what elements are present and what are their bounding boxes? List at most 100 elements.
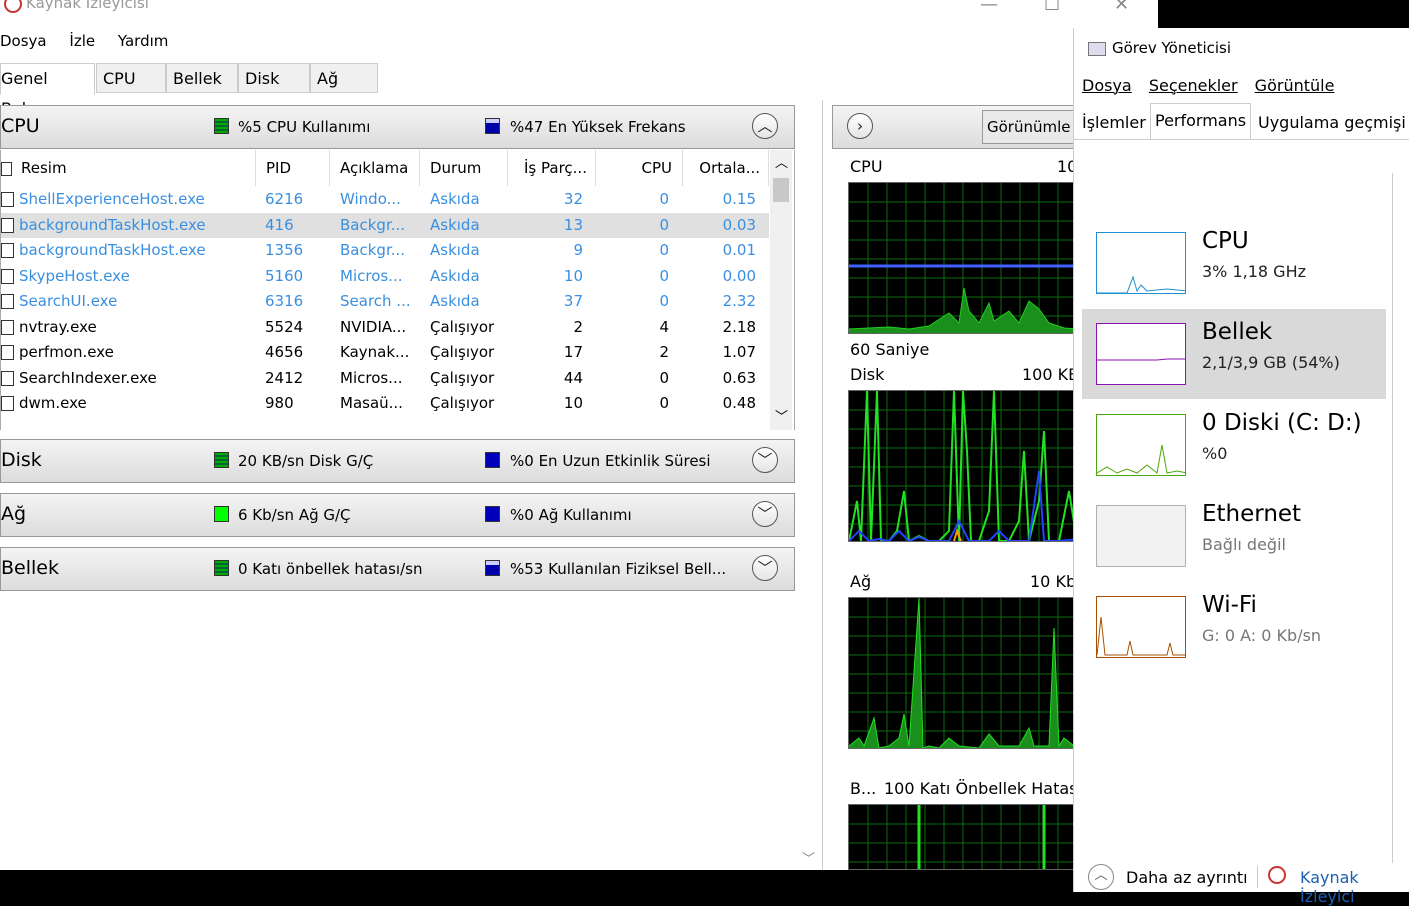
tile-memory[interactable]: Bellek 2,1/3,9 GB (54%) — [1082, 309, 1386, 399]
tile-cpu-details: 3% 1,18 GHz — [1202, 262, 1307, 281]
window-title-text: Kaynak İzleyicisi — [26, 0, 149, 12]
cell-pid: 6316 — [265, 292, 304, 310]
table-row[interactable]: SkypeHost.exe 5160 Micros... Askıda 10 0 0.00 — [1, 264, 769, 289]
table-row[interactable]: ShellExperienceHost.exe 6216 Windo... Askıd… — [1, 187, 769, 212]
cell-status: Çalışıyor — [430, 343, 495, 361]
tiles-scrollbar[interactable] — [1392, 173, 1393, 863]
cpu-panel-header[interactable]: CPU %5 CPU Kullanımı %47 En Yüksek Freka… — [0, 105, 795, 149]
task-manager-title-text: Görev Yöneticisi — [1112, 39, 1232, 57]
table-row[interactable]: backgroundTaskHost.exe 1356 Backgr... Askıd… — [1, 238, 769, 263]
row-checkbox[interactable] — [1, 243, 14, 258]
table-row[interactable]: perfmon.exe 4656 Kaynak... Çalışıyor 17 2 1.07 — [1, 340, 769, 365]
tile-cpu-sparkline-svg — [1097, 275, 1188, 294]
disk-graph-svg — [849, 391, 1077, 541]
tm-menu-options[interactable]: Seçenekler — [1149, 76, 1238, 95]
tile-ethernet-sparkline — [1096, 505, 1186, 567]
scroll-thumb[interactable] — [773, 178, 789, 202]
max-frequency-indicator — [485, 118, 500, 134]
row-checkbox[interactable] — [1, 192, 14, 207]
process-table-scrollbar[interactable]: ︿ ﹀ — [770, 150, 792, 430]
table-row[interactable]: backgroundTaskHost.exe 416 Backgr... Askıda… — [1, 212, 769, 238]
maximize-button[interactable]: ☐ — [1044, 0, 1060, 15]
cell-average-cpu: 0.01 — [722, 241, 756, 259]
cell-description: Micros... — [340, 368, 403, 387]
tile-disk[interactable]: 0 Diski (C: D:) %0 — [1082, 400, 1386, 490]
col-description[interactable]: Açıklama — [330, 150, 420, 186]
tab-processes[interactable]: İşlemler — [1078, 106, 1150, 140]
hard-faults-text: 0 Katı önbellek hatası/sn — [238, 560, 423, 578]
task-manager-menu: Dosya Seçenekler Görüntüle — [1082, 76, 1346, 95]
cpu-graph — [848, 182, 1078, 334]
open-resource-monitor-link[interactable]: Kaynak İzleyici — [1300, 868, 1409, 906]
pane-divider[interactable] — [822, 100, 823, 870]
col-image[interactable]: Resim — [1, 150, 256, 186]
close-button[interactable]: ✕ — [1114, 0, 1129, 15]
tab-overview[interactable]: Genel Bakış — [0, 63, 95, 118]
cell-threads: 13 — [563, 215, 583, 234]
col-threads[interactable]: İş Parç... — [508, 150, 596, 186]
menu-monitor[interactable]: İzle — [69, 32, 95, 50]
tab-app-history[interactable]: Uygulama geçmişi — [1254, 106, 1409, 140]
expand-chevron-down-icon[interactable]: ﹀ — [752, 555, 778, 581]
row-checkbox[interactable] — [1, 396, 14, 411]
tab-disk[interactable]: Disk — [238, 63, 310, 93]
memory-panel-header[interactable]: Bellek 0 Katı önbellek hatası/sn %53 Kul… — [0, 547, 795, 591]
network-graph-svg — [849, 598, 1077, 748]
network-panel-header[interactable]: Ağ 6 Kb/sn Ağ G/Ç %0 Ağ Kullanımı ﹀ — [0, 493, 795, 537]
tm-menu-file[interactable]: Dosya — [1082, 76, 1132, 95]
disk-io-indicator — [214, 452, 229, 468]
menu-file[interactable]: Dosya — [0, 32, 47, 50]
tile-ethernet[interactable]: Ethernet Bağlı değil — [1082, 491, 1386, 581]
scroll-down-icon[interactable]: ﹀ — [775, 406, 788, 425]
tm-menu-view[interactable]: Görüntüle — [1255, 76, 1335, 95]
views-button[interactable]: Görünümle — [982, 110, 1082, 144]
col-cpu[interactable]: CPU — [596, 150, 683, 186]
tile-wifi-sparkline — [1096, 596, 1187, 658]
tile-memory-name: Bellek — [1202, 319, 1273, 345]
disk-panel-header[interactable]: Disk 20 KB/sn Disk G/Ç %0 En Uzun Etkinl… — [0, 439, 795, 483]
tile-cpu-sparkline-line — [1097, 275, 1188, 294]
tab-network[interactable]: Ağ — [310, 63, 378, 93]
menu-help[interactable]: Yardım — [118, 32, 169, 50]
fewer-details-link[interactable]: Daha az ayrıntı — [1126, 868, 1248, 887]
cell-description: NVIDIA... — [340, 317, 407, 336]
cell-cpu: 0 — [659, 292, 669, 310]
cell-pid: 4656 — [265, 343, 304, 361]
cpu-usage-text: %5 CPU Kullanımı — [238, 118, 371, 136]
table-row[interactable]: nvtray.exe 5524 NVIDIA... Çalışıyor 2 4 2.18 — [1, 315, 769, 340]
memory-graph-label: B... — [850, 779, 877, 798]
tile-cpu[interactable]: CPU 3% 1,18 GHz — [1082, 218, 1386, 308]
cell-status: Çalışıyor — [430, 317, 495, 336]
row-checkbox[interactable] — [1, 345, 14, 360]
cell-average-cpu: 0.00 — [722, 266, 756, 285]
expand-chevron-right-icon[interactable]: › — [847, 113, 873, 139]
row-checkbox[interactable] — [1, 319, 14, 335]
scroll-up-icon[interactable]: ︿ — [775, 152, 788, 171]
tab-performance[interactable]: Performans — [1150, 103, 1252, 140]
expand-chevron-down-icon[interactable]: ﹀ — [752, 447, 778, 473]
row-checkbox[interactable] — [1, 294, 14, 309]
tab-cpu[interactable]: CPU — [96, 63, 166, 93]
tab-memory[interactable]: Bellek — [166, 63, 238, 93]
row-checkbox[interactable] — [1, 370, 14, 386]
select-all-checkbox[interactable] — [1, 162, 12, 176]
fewer-details-chevron-icon[interactable]: ︿ — [1088, 864, 1114, 890]
col-average-cpu[interactable]: Ortala... — [683, 150, 769, 186]
table-row[interactable]: SearchUI.exe 6316 Search ... Askıda 37 0 2.32 — [1, 289, 769, 314]
tile-wifi-details: G: 0 A: 0 Kb/sn — [1202, 626, 1322, 645]
cell-image: ShellExperienceHost.exe — [19, 190, 205, 208]
cell-description: Masaü... — [340, 394, 403, 412]
cell-status: Askıda — [430, 292, 480, 310]
tile-wifi[interactable]: Wi-Fi G: 0 A: 0 Kb/sn — [1082, 582, 1386, 672]
main-scroll-down-icon[interactable]: ﹀ — [802, 848, 815, 867]
col-status[interactable]: Durum — [420, 150, 508, 186]
minimize-button[interactable]: — — [980, 0, 998, 15]
table-row[interactable]: SearchIndexer.exe 2412 Micros... Çalışıyor 4… — [1, 366, 769, 391]
expand-chevron-down-icon[interactable]: ﹀ — [752, 501, 778, 527]
collapse-chevron-up-icon[interactable]: ︿ — [752, 113, 778, 139]
col-pid[interactable]: PID — [256, 150, 330, 186]
table-row[interactable]: dwm.exe 980 Masaü... Çalışıyor 10 0 0.48 — [1, 391, 769, 416]
row-checkbox[interactable] — [1, 217, 14, 233]
cell-image: backgroundTaskHost.exe — [19, 215, 206, 234]
row-checkbox[interactable] — [1, 268, 14, 284]
